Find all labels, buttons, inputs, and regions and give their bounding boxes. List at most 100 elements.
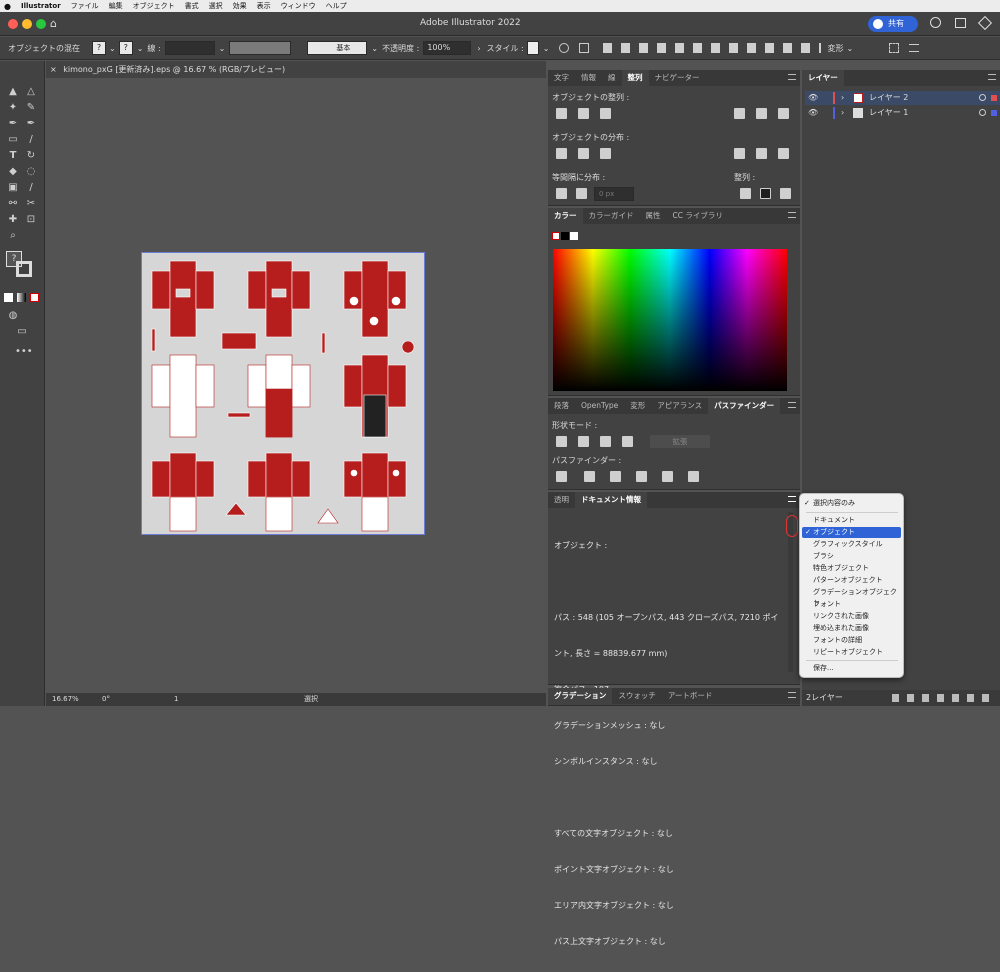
exclude-icon[interactable] bbox=[622, 436, 633, 447]
transform-label[interactable]: 変形 bbox=[827, 43, 843, 54]
distribute-left-icon[interactable] bbox=[734, 148, 745, 159]
tab-navigator[interactable]: ナビゲーター bbox=[649, 70, 706, 86]
tab-character[interactable]: 文字 bbox=[548, 70, 575, 86]
chevron-down-icon[interactable]: ⌄ bbox=[543, 44, 550, 53]
graphic-style-swatch[interactable] bbox=[526, 41, 539, 55]
align-right-icon[interactable] bbox=[600, 108, 611, 119]
menu-file[interactable]: ファイル bbox=[71, 1, 99, 11]
menu-item-linked-images[interactable]: リンクされた画像 bbox=[813, 611, 901, 622]
distribute-right-icon[interactable] bbox=[778, 148, 789, 159]
color-spectrum[interactable] bbox=[553, 249, 787, 391]
chevron-right-icon[interactable]: › bbox=[477, 44, 480, 53]
panel-menu-icon[interactable] bbox=[788, 74, 796, 80]
tab-layers[interactable]: レイヤー bbox=[802, 70, 844, 86]
draw-mode-icon[interactable]: ◍ bbox=[6, 309, 20, 323]
outline-icon[interactable] bbox=[662, 471, 673, 482]
distribute-hcenter-icon[interactable] bbox=[756, 148, 767, 159]
chevron-down-icon[interactable]: ⌄ bbox=[846, 44, 853, 53]
tab-stroke[interactable]: 線 bbox=[602, 70, 622, 86]
distribute-bottom-icon[interactable] bbox=[600, 148, 611, 159]
panel-menu-icon[interactable] bbox=[988, 74, 996, 80]
pen-tool-icon[interactable]: ✒ bbox=[6, 117, 20, 131]
intersect-icon[interactable] bbox=[600, 436, 611, 447]
close-window-button[interactable] bbox=[8, 19, 18, 29]
menu-item-gradient-objects[interactable]: グラデーションオブジェクト bbox=[813, 587, 901, 607]
tab-attributes[interactable]: 属性 bbox=[640, 208, 667, 224]
menu-item-document[interactable]: ドキュメント bbox=[813, 515, 901, 526]
panel-menu-icon[interactable] bbox=[788, 496, 796, 502]
align-hcenter-icon[interactable] bbox=[578, 108, 589, 119]
target-icon[interactable] bbox=[979, 94, 986, 101]
tab-appearance[interactable]: アピアランス bbox=[651, 398, 708, 414]
tab-opentype[interactable]: OpenType bbox=[575, 398, 624, 414]
align-to-key-object-icon[interactable] bbox=[760, 188, 771, 199]
paintbrush-tool-icon[interactable]: / bbox=[24, 133, 38, 147]
gradient-mode-icon[interactable] bbox=[17, 293, 26, 302]
curvature-tool-icon[interactable]: ✒ bbox=[24, 117, 38, 131]
menu-item-spot-color-objects[interactable]: 特色オブジェクト bbox=[813, 563, 901, 574]
tab-color[interactable]: カラー bbox=[548, 208, 583, 224]
menu-item-brushes[interactable]: ブラシ bbox=[813, 551, 901, 562]
menu-window[interactable]: ウィンドウ bbox=[281, 1, 316, 11]
shape-builder-tool-icon[interactable]: ✚ bbox=[6, 213, 20, 227]
artboard[interactable] bbox=[141, 252, 425, 535]
menu-help[interactable]: ヘルプ bbox=[326, 1, 347, 11]
menu-item-repeat-objects[interactable]: リピートオブジェクト bbox=[813, 647, 901, 658]
panel-menu-icon[interactable] bbox=[788, 692, 796, 698]
target-icon[interactable] bbox=[979, 109, 986, 116]
fill-swatch[interactable]: ? bbox=[92, 41, 106, 55]
stroke-color-icon[interactable] bbox=[16, 261, 32, 277]
gradient-tool-icon[interactable]: ▣ bbox=[6, 181, 20, 195]
align-to-artboard-icon[interactable] bbox=[780, 188, 791, 199]
recolor-icon[interactable] bbox=[559, 43, 570, 53]
search-icon[interactable] bbox=[930, 17, 941, 28]
eyedropper-tool-icon[interactable]: / bbox=[24, 181, 38, 195]
chevron-right-icon[interactable]: › bbox=[841, 106, 844, 120]
menu-item-font-details[interactable]: フォントの詳細 bbox=[813, 635, 901, 646]
menu-object[interactable]: オブジェクト bbox=[133, 1, 175, 11]
menu-item-embedded-images[interactable]: 埋め込まれた画像 bbox=[813, 623, 901, 634]
tab-info[interactable]: 情報 bbox=[575, 70, 602, 86]
opacity-input[interactable]: 100% bbox=[423, 41, 472, 55]
distribute-vcenter-icon[interactable] bbox=[578, 148, 589, 159]
eraser-tool-icon[interactable]: ◆ bbox=[6, 165, 20, 179]
chevron-right-icon[interactable]: › bbox=[841, 91, 844, 105]
zoom-level-field[interactable]: 16.67% bbox=[52, 693, 79, 706]
tab-cc-libraries[interactable]: CC ライブラリ bbox=[667, 208, 729, 224]
tab-transparency[interactable]: 透明 bbox=[548, 492, 575, 508]
divide-icon[interactable] bbox=[556, 471, 567, 482]
none-swatch[interactable] bbox=[552, 232, 560, 240]
none-mode-icon[interactable] bbox=[30, 293, 39, 302]
align-options-icon[interactable] bbox=[579, 43, 590, 53]
menu-item-graphic-styles[interactable]: グラフィックスタイル bbox=[813, 539, 901, 550]
align-top-icon[interactable] bbox=[734, 108, 745, 119]
layout-icon[interactable] bbox=[955, 18, 966, 28]
layer-row[interactable]: 👁 › レイヤー 2 bbox=[805, 91, 1000, 105]
align-bottom-icon[interactable] bbox=[778, 108, 789, 119]
document-tab[interactable]: × kimono_pxG [更新済み].eps @ 16.67 % (RGB/プ… bbox=[46, 61, 546, 78]
expand-button[interactable]: 拡張 bbox=[650, 435, 710, 448]
distribute-top-icon[interactable] bbox=[556, 148, 567, 159]
stroke-swatch[interactable]: ? bbox=[118, 41, 133, 55]
magic-wand-tool-icon[interactable]: ✦ bbox=[6, 101, 20, 115]
tab-align[interactable]: 整列 bbox=[621, 70, 649, 86]
zoom-tool-icon[interactable]: ⌕ bbox=[6, 229, 20, 243]
white-swatch[interactable] bbox=[570, 232, 578, 240]
direct-selection-tool-icon[interactable]: △ bbox=[24, 85, 38, 99]
layers-footer-buttons[interactable] bbox=[892, 694, 992, 702]
align-left-icon[interactable] bbox=[556, 108, 567, 119]
layer-name[interactable]: レイヤー 2 bbox=[869, 91, 908, 105]
kimono-artwork[interactable] bbox=[142, 253, 426, 536]
artboard-number-field[interactable]: 1 bbox=[174, 693, 178, 706]
tab-gradient[interactable]: グラデーション bbox=[548, 688, 613, 704]
align-vcenter-icon[interactable] bbox=[756, 108, 767, 119]
selection-tool-icon[interactable]: ▲ bbox=[6, 85, 20, 99]
menu-type[interactable]: 書式 bbox=[185, 1, 199, 11]
rotate-view-field[interactable]: 0° bbox=[102, 693, 110, 706]
tab-artboards[interactable]: アートボード bbox=[662, 688, 719, 704]
menu-view[interactable]: 表示 bbox=[257, 1, 271, 11]
panel-menu-icon[interactable] bbox=[788, 402, 796, 408]
unite-icon[interactable] bbox=[556, 436, 567, 447]
menu-effect[interactable]: 効果 bbox=[233, 1, 247, 11]
crop-icon[interactable] bbox=[636, 471, 647, 482]
